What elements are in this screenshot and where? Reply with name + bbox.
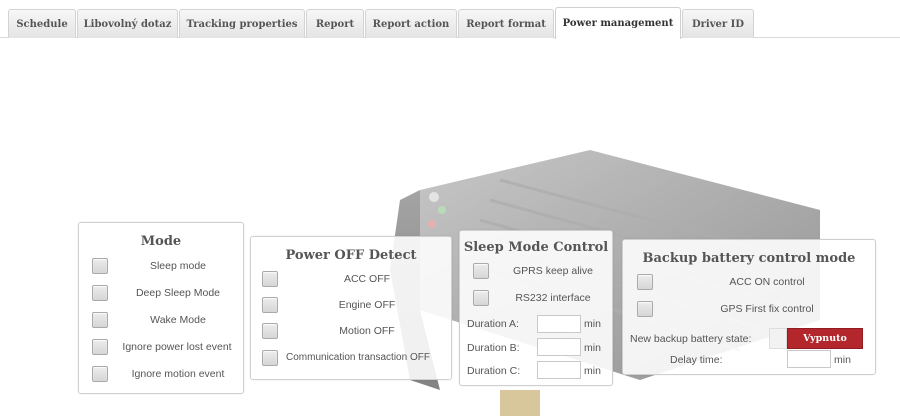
duration-b-unit: min — [584, 342, 601, 354]
tab-report[interactable]: Report — [306, 9, 364, 38]
delay-time-input[interactable] — [787, 350, 831, 368]
battery-state-toggle[interactable]: Vypnuto — [769, 328, 863, 349]
engine-off-label: Engine OFF — [338, 299, 396, 311]
duration-c-input[interactable] — [537, 361, 581, 379]
power-management-page: Schedule Libovolný dotaz Tracking proper… — [0, 0, 900, 416]
tab-power-management[interactable]: Power management — [555, 7, 681, 39]
communication-off-checkbox[interactable] — [262, 350, 278, 366]
power-off-detect-title: Power OFF Detect — [285, 248, 417, 263]
sleep-mode-control-panel: Sleep Mode Control GPRS keep alive RS232… — [459, 230, 613, 386]
duration-b-input[interactable] — [537, 338, 581, 356]
delay-time-label: Delay time: — [670, 354, 723, 366]
acc-off-checkbox[interactable] — [262, 271, 278, 287]
battery-state-label: New backup battery state: — [630, 333, 752, 345]
toggle-knob — [769, 328, 787, 349]
duration-a-unit: min — [584, 318, 601, 330]
mode-panel: Mode Sleep mode Deep Sleep Mode Wake Mod… — [78, 222, 244, 394]
communication-off-label: Communication transaction OFF — [286, 352, 430, 363]
acc-off-label: ACC OFF — [343, 273, 391, 285]
duration-b-label: Duration B: — [467, 342, 520, 354]
tab-bar: Schedule Libovolný dotaz Tracking proper… — [0, 0, 900, 39]
delay-time-unit: min — [834, 354, 851, 366]
ignore-power-lost-label: Ignore power lost event — [122, 341, 232, 353]
wake-mode-label: Wake Mode — [150, 314, 206, 326]
duration-a-label: Duration A: — [467, 318, 519, 330]
rs232-interface-label: RS232 interface — [515, 292, 591, 304]
tab-schedule[interactable]: Schedule — [8, 9, 76, 38]
motion-off-label: Motion OFF — [339, 325, 395, 337]
gps-first-fix-label: GPS First fix control — [720, 303, 814, 315]
ignore-motion-label: Ignore motion event — [131, 368, 225, 380]
gprs-keep-alive-checkbox[interactable] — [473, 263, 489, 279]
deep-sleep-mode-checkbox[interactable] — [92, 285, 108, 301]
battery-state-value: Vypnuto — [787, 328, 863, 349]
mode-title: Mode — [140, 234, 182, 249]
gps-first-fix-checkbox[interactable] — [637, 301, 653, 317]
acc-on-control-checkbox[interactable] — [637, 274, 653, 290]
sleep-mode-checkbox[interactable] — [92, 258, 108, 274]
motion-off-checkbox[interactable] — [262, 323, 278, 339]
ignore-motion-checkbox[interactable] — [92, 366, 108, 382]
rs232-interface-checkbox[interactable] — [473, 290, 489, 306]
power-off-detect-panel: Power OFF Detect ACC OFF Engine OFF Moti… — [250, 236, 452, 380]
wake-mode-checkbox[interactable] — [92, 312, 108, 328]
sleep-mode-label: Sleep mode — [149, 260, 207, 272]
duration-a-input[interactable] — [537, 315, 581, 333]
backup-battery-title: Backup battery control mode — [642, 251, 856, 266]
duration-c-unit: min — [584, 365, 601, 377]
tab-report-format[interactable]: Report format — [458, 9, 554, 38]
deep-sleep-mode-label: Deep Sleep Mode — [135, 287, 221, 299]
engine-off-checkbox[interactable] — [262, 297, 278, 313]
tab-driver-id[interactable]: Driver ID — [682, 9, 754, 38]
duration-c-label: Duration C: — [467, 365, 521, 377]
sleep-mode-control-title: Sleep Mode Control — [463, 240, 609, 255]
tab-tracking-properties[interactable]: Tracking properties — [179, 9, 305, 38]
acc-on-control-label: ACC ON control — [729, 276, 805, 288]
gprs-keep-alive-label: GPRS keep alive — [513, 265, 593, 277]
tab-libovolny-dotaz[interactable]: Libovolný dotaz — [77, 9, 178, 38]
ignore-power-lost-checkbox[interactable] — [92, 339, 108, 355]
tab-report-action[interactable]: Report action — [365, 9, 457, 38]
backup-battery-panel: Backup battery control mode ACC ON contr… — [622, 239, 876, 375]
